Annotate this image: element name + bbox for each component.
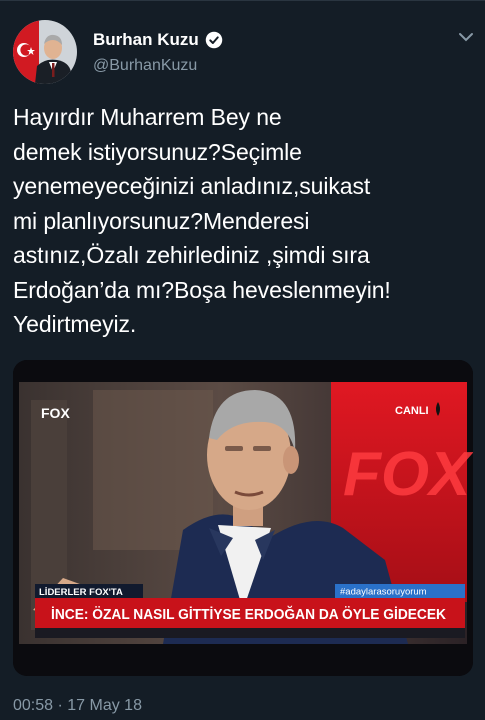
news-headline: İNCE: ÖZAL NASIL GİTTİYSE ERDOĞAN DA ÖYL… [51,605,446,623]
program-label: LİDERLER FOX'TA [39,587,123,598]
avatar[interactable] [13,20,77,84]
verified-badge-icon [205,31,223,49]
tweet-media-image[interactable]: FOX FOX CANLI LİDERLER FOX'TA #adaylaras… [13,360,473,676]
author-name[interactable]: Burhan Kuzu [93,30,199,50]
chevron-down-icon[interactable] [457,30,475,44]
top-divider [0,0,485,1]
hashtag-label: #adaylarasoruyorum [340,587,427,598]
channel-logo: FOX [41,405,70,421]
tv-screen-photo: FOX FOX CANLI LİDERLER FOX'TA #adaylaras… [13,360,473,676]
tweet-text: Hayırdır Muharrem Bey ne demek istiyorsu… [13,104,391,337]
live-label: CANLI [395,405,429,417]
background-fox-logo: FOX [343,440,473,509]
author-handle[interactable]: @BurhanKuzu [93,57,197,75]
tweet-timestamp[interactable]: 00:58 · 17 May 18 [13,697,142,715]
